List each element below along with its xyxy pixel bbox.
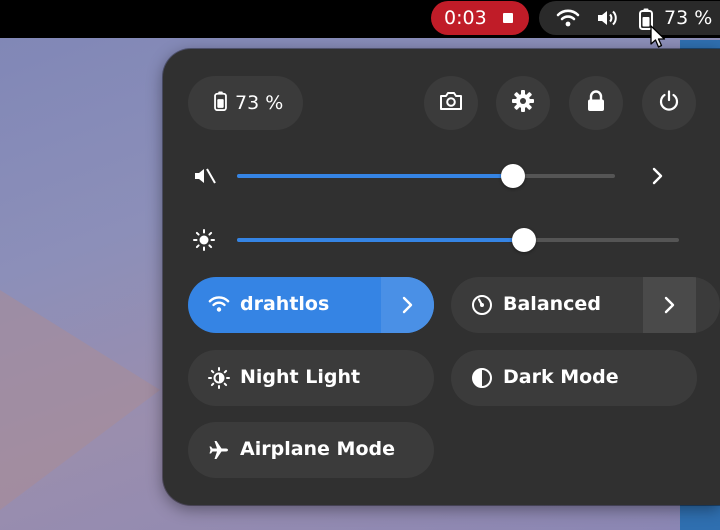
wifi-icon: [556, 8, 580, 33]
dark-mode-icon: [471, 367, 493, 394]
settings-button[interactable]: [496, 76, 550, 130]
battery-percent-label: 73 %: [664, 7, 713, 29]
battery-icon: [214, 90, 227, 116]
chevron-right-icon: [402, 296, 412, 314]
volume-slider-handle[interactable]: [500, 164, 525, 188]
lock-icon: [586, 90, 606, 116]
volume-icon: [596, 8, 622, 33]
power-icon: [658, 90, 680, 116]
airplane-mode-toggle[interactable]: Airplane Mode: [188, 422, 434, 478]
brightness-slider-handle[interactable]: [512, 228, 537, 252]
airplane-icon: [208, 439, 230, 466]
dark-mode-toggle[interactable]: Dark Mode: [451, 350, 697, 406]
brightness-icon: [193, 229, 215, 255]
brightness-slider-fill: [237, 238, 525, 242]
airplane-mode-label: Airplane Mode: [240, 438, 395, 460]
camera-icon: [439, 91, 463, 115]
volume-slider-fill: [237, 174, 513, 178]
gear-icon: [511, 89, 535, 117]
power-profile-icon: [471, 294, 493, 321]
wallpaper-shape: [0, 290, 160, 510]
wifi-toggle[interactable]: drahtlos: [188, 277, 434, 333]
top-bar: 0:03 73 %: [0, 0, 720, 38]
muted-speaker-icon: [193, 165, 217, 191]
system-status-menu-button[interactable]: 73 %: [539, 1, 720, 35]
chevron-right-icon: [664, 296, 674, 314]
night-light-icon: [208, 367, 230, 394]
wifi-icon: [208, 294, 230, 319]
night-light-toggle[interactable]: Night Light: [188, 350, 434, 406]
stop-recording-icon: [503, 13, 513, 23]
wifi-network-label: drahtlos: [240, 293, 330, 315]
screen-recording-indicator[interactable]: 0:03: [431, 1, 529, 35]
battery-percent-label: 73 %: [235, 92, 284, 114]
screenshot-button[interactable]: [424, 76, 478, 130]
power-profile-menu-button[interactable]: [643, 277, 696, 333]
brightness-slider-row: [163, 220, 720, 260]
power-button[interactable]: [642, 76, 696, 130]
brightness-slider[interactable]: [237, 238, 679, 242]
volume-slider-row: [163, 156, 720, 196]
dark-mode-label: Dark Mode: [503, 366, 619, 388]
wifi-menu-button[interactable]: [381, 277, 434, 333]
lock-button[interactable]: [569, 76, 623, 130]
night-light-label: Night Light: [240, 366, 361, 388]
power-profile-toggle[interactable]: Balanced: [451, 277, 720, 333]
recording-time: 0:03: [444, 7, 487, 29]
volume-slider[interactable]: [237, 174, 615, 178]
quick-settings-panel: 73 % drahtlos Balanced Night Light Dark …: [163, 49, 720, 505]
chevron-right-icon[interactable]: [650, 166, 666, 190]
power-profile-label: Balanced: [503, 293, 601, 315]
battery-button[interactable]: 73 %: [188, 76, 303, 130]
